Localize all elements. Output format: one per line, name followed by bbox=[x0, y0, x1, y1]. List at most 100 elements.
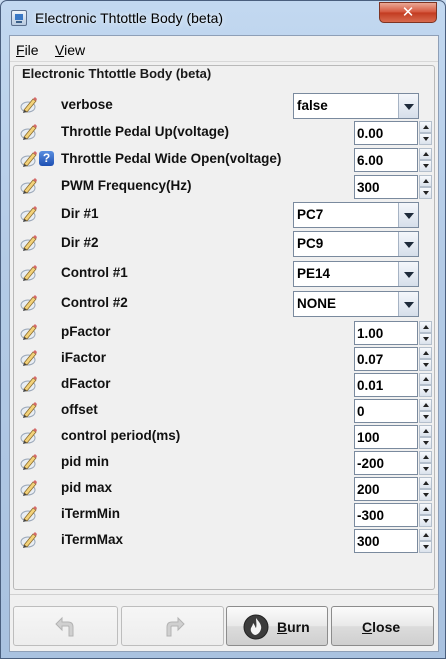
chevron-down-icon[interactable] bbox=[398, 262, 418, 286]
edit-pencil-icon[interactable] bbox=[20, 177, 38, 195]
spin-up-icon[interactable] bbox=[419, 321, 432, 333]
spinner-input[interactable]: 0 bbox=[354, 399, 418, 423]
setting-spinner: 6.00 bbox=[354, 148, 433, 172]
setting-dropdown[interactable]: false bbox=[293, 93, 419, 119]
edit-pencil-icon[interactable] bbox=[20, 264, 38, 282]
edit-pencil-icon[interactable] bbox=[20, 427, 38, 445]
spinner-input[interactable]: 1.00 bbox=[354, 321, 418, 345]
spin-up-icon[interactable] bbox=[419, 347, 432, 359]
chevron-down-icon[interactable] bbox=[398, 232, 418, 256]
setting-row: iTermMax 300 bbox=[14, 527, 434, 553]
spin-down-icon[interactable] bbox=[419, 437, 432, 449]
spin-down-icon[interactable] bbox=[419, 359, 432, 371]
spinner-input[interactable]: -200 bbox=[354, 451, 418, 475]
spinner-value: -300 bbox=[357, 508, 385, 523]
menu-file[interactable]: File bbox=[16, 42, 39, 58]
spinner-value: 0.01 bbox=[357, 378, 384, 393]
spin-down-icon[interactable] bbox=[419, 333, 432, 345]
edit-pencil-icon[interactable] bbox=[20, 505, 38, 523]
spinner-value: 0.07 bbox=[357, 352, 384, 367]
title-bar[interactable]: Electronic Thtottle Body (beta) ✕ bbox=[1, 1, 445, 35]
edit-pencil-icon[interactable] bbox=[20, 234, 38, 252]
setting-label: pFactor bbox=[61, 324, 111, 339]
edit-pencil-icon[interactable] bbox=[20, 205, 38, 223]
spin-up-icon[interactable] bbox=[419, 121, 432, 133]
setting-label: Dir #1 bbox=[61, 206, 99, 221]
spin-up-icon[interactable] bbox=[419, 425, 432, 437]
burn-label: Burn bbox=[277, 619, 310, 635]
dropdown-value: PE14 bbox=[297, 266, 331, 281]
spin-up-icon[interactable] bbox=[419, 373, 432, 385]
burn-button[interactable]: Burn bbox=[226, 606, 328, 646]
spin-down-icon[interactable] bbox=[419, 541, 432, 553]
spin-down-icon[interactable] bbox=[419, 385, 432, 397]
spinner-input[interactable]: 100 bbox=[354, 425, 418, 449]
setting-dropdown[interactable]: NONE bbox=[293, 291, 419, 317]
spinner-input[interactable]: 0.07 bbox=[354, 347, 418, 371]
menu-view[interactable]: View bbox=[55, 42, 85, 58]
edit-pencil-icon[interactable] bbox=[20, 349, 38, 367]
setting-dropdown[interactable]: PE14 bbox=[293, 261, 419, 287]
spin-up-icon[interactable] bbox=[419, 451, 432, 463]
spin-up-icon[interactable] bbox=[419, 503, 432, 515]
spin-down-icon[interactable] bbox=[419, 489, 432, 501]
setting-label: PWM Frequency(Hz) bbox=[61, 178, 192, 193]
setting-row: pid min -200 bbox=[14, 449, 434, 475]
window-close-button[interactable]: ✕ bbox=[379, 2, 437, 23]
menu-bar: File View bbox=[10, 36, 438, 62]
spin-down-icon[interactable] bbox=[419, 133, 432, 145]
setting-label: control period(ms) bbox=[61, 428, 181, 443]
setting-row: iTermMin -300 bbox=[14, 501, 434, 527]
edit-pencil-icon[interactable] bbox=[20, 479, 38, 497]
edit-pencil-icon[interactable] bbox=[20, 323, 38, 341]
spin-down-icon[interactable] bbox=[419, 515, 432, 527]
spin-down-icon[interactable] bbox=[419, 411, 432, 423]
setting-dropdown[interactable]: PC9 bbox=[293, 231, 419, 257]
spin-down-icon[interactable] bbox=[419, 160, 432, 172]
help-icon[interactable]: ? bbox=[39, 151, 54, 166]
chevron-down-icon[interactable] bbox=[398, 292, 418, 316]
settings-panel: Electronic Thtottle Body (beta) verbose f… bbox=[13, 65, 435, 590]
spinner-input[interactable]: 0.00 bbox=[354, 121, 418, 145]
undo-button[interactable] bbox=[13, 606, 118, 646]
edit-pencil-icon[interactable] bbox=[20, 96, 38, 114]
spinner-value: 6.00 bbox=[357, 153, 384, 168]
spin-down-icon[interactable] bbox=[419, 187, 432, 199]
spinner-value: 200 bbox=[357, 482, 380, 497]
spin-up-icon[interactable] bbox=[419, 529, 432, 541]
app-icon bbox=[11, 10, 27, 26]
spinner-input[interactable]: 300 bbox=[354, 175, 418, 199]
spinner-value: 300 bbox=[357, 180, 380, 195]
spinner-input[interactable]: 200 bbox=[354, 477, 418, 501]
chevron-down-icon[interactable] bbox=[398, 94, 418, 118]
undo-arrow-icon bbox=[55, 616, 74, 637]
edit-pencil-icon[interactable] bbox=[20, 150, 38, 168]
spinner-input[interactable]: 6.00 bbox=[354, 148, 418, 172]
close-button[interactable]: Close bbox=[331, 606, 434, 646]
setting-spinner: 1.00 bbox=[354, 321, 433, 345]
setting-label: Control #1 bbox=[61, 265, 128, 280]
spin-up-icon[interactable] bbox=[419, 399, 432, 411]
spin-up-icon[interactable] bbox=[419, 477, 432, 489]
panel-title: Electronic Thtottle Body (beta) bbox=[20, 66, 214, 81]
edit-pencil-icon[interactable] bbox=[20, 375, 38, 393]
setting-label: Control #2 bbox=[61, 295, 128, 310]
spinner-input[interactable]: -300 bbox=[354, 503, 418, 527]
setting-row: Dir #1 PC7 bbox=[14, 201, 434, 228]
setting-label: verbose bbox=[61, 97, 113, 112]
edit-pencil-icon[interactable] bbox=[20, 294, 38, 312]
edit-pencil-icon[interactable] bbox=[20, 401, 38, 419]
edit-pencil-icon[interactable] bbox=[20, 123, 38, 141]
chevron-down-icon[interactable] bbox=[398, 203, 418, 227]
client-area: File View Electronic Thtottle Body (beta… bbox=[9, 35, 439, 652]
spin-up-icon[interactable] bbox=[419, 148, 432, 160]
spin-down-icon[interactable] bbox=[419, 463, 432, 475]
redo-button[interactable] bbox=[121, 606, 224, 646]
setting-label: iTermMin bbox=[61, 506, 121, 521]
spinner-input[interactable]: 0.01 bbox=[354, 373, 418, 397]
spinner-input[interactable]: 300 bbox=[354, 529, 418, 553]
edit-pencil-icon[interactable] bbox=[20, 453, 38, 471]
spin-up-icon[interactable] bbox=[419, 175, 432, 187]
setting-dropdown[interactable]: PC7 bbox=[293, 202, 419, 228]
edit-pencil-icon[interactable] bbox=[20, 531, 38, 549]
